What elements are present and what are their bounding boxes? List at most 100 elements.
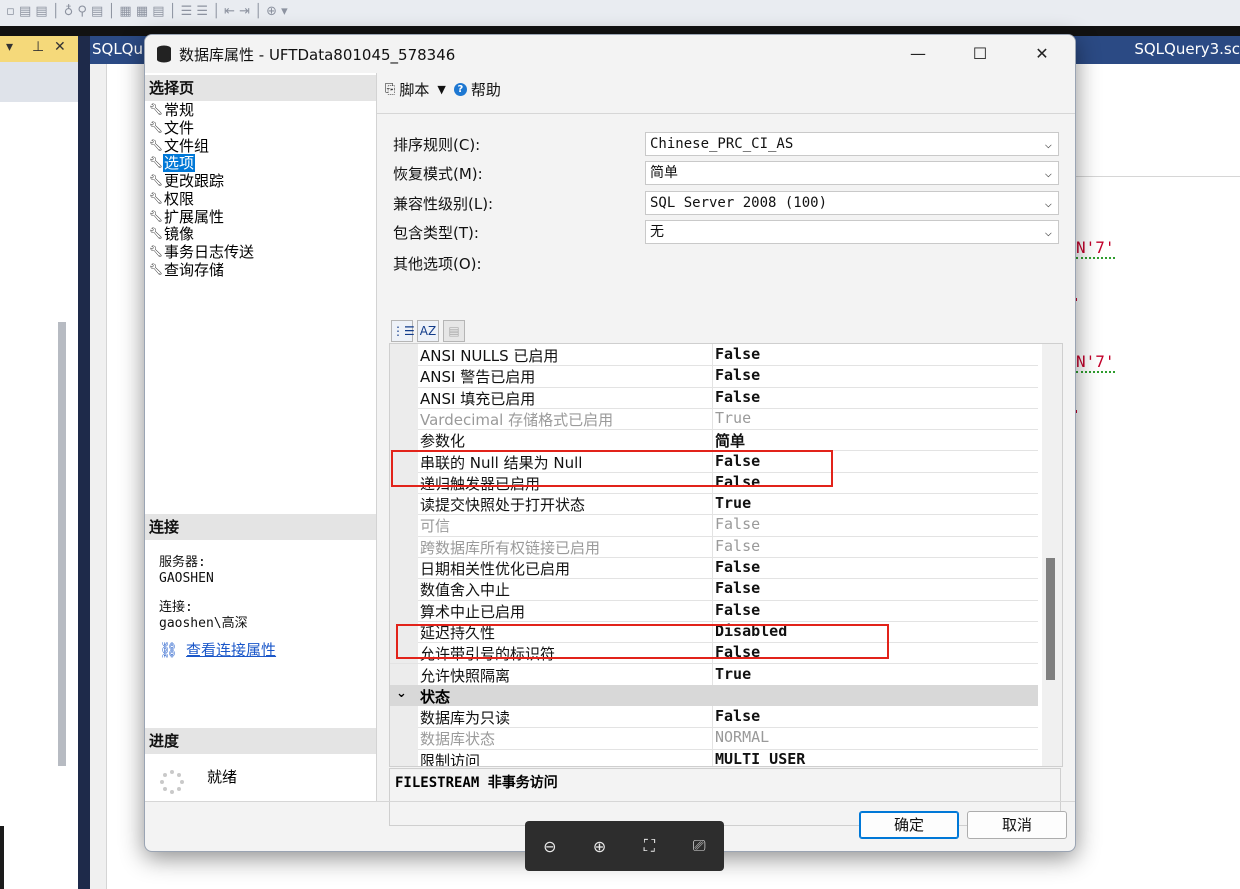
property-value[interactable]: False	[715, 707, 760, 725]
property-value[interactable]: False	[715, 366, 760, 384]
property-name: 跨数据库所有权链接已启用	[420, 538, 601, 557]
present-icon[interactable]: ⎚	[687, 836, 711, 856]
property-row[interactable]: ANSI 警告已启用 False	[390, 365, 1038, 388]
property-value[interactable]: False	[715, 388, 760, 406]
row-gutter	[390, 365, 418, 387]
row-gutter	[390, 344, 418, 366]
property-row[interactable]: 参数化 简单	[390, 429, 1038, 452]
property-row[interactable]: 限制访问 MULTI_USER	[390, 748, 1038, 766]
toolbar-icons[interactable]: ▫ ▤ ▤ │ ♁ ⚲ ▤ │ ▦ ▦ ▤ │ ☰ ☰ │ ⇤ ⇥ │ ⊕ ▾	[6, 4, 288, 19]
fit-screen-icon[interactable]: ⛶	[637, 836, 661, 856]
zoom-in-icon[interactable]: ⊕	[588, 837, 612, 856]
row-gutter	[390, 493, 418, 515]
script-button[interactable]: 脚本	[399, 79, 429, 100]
property-row[interactable]: 允许快照隔离 True	[390, 663, 1038, 686]
containment-select[interactable]: 无 ⌵	[645, 220, 1059, 244]
sort-alpha-icon[interactable]: AZ	[417, 320, 439, 342]
column-divider	[712, 365, 713, 387]
row-gutter	[390, 727, 418, 749]
ok-button[interactable]: 确定	[859, 811, 959, 839]
property-value[interactable]: False	[715, 558, 760, 576]
editor-tab-left[interactable]: SQLQu	[92, 40, 143, 58]
grid-scrollbar[interactable]	[1042, 344, 1062, 766]
recovery-model-value: 简单	[650, 165, 678, 181]
property-name: 允许快照隔离	[420, 666, 511, 685]
property-row[interactable]: 数值舍入中止 False	[390, 578, 1038, 601]
page-item-general[interactable]: 🔧︎ 常规	[149, 101, 255, 119]
grid-scrollbar-thumb[interactable]	[1046, 558, 1055, 680]
property-value[interactable]: 简单	[715, 430, 745, 451]
editor-tab-right[interactable]: SQLQuery3.sc	[1134, 40, 1240, 58]
description-text: FILESTREAM 非事务访问	[395, 775, 558, 791]
page-item-extended-properties[interactable]: 🔧︎ 扩展属性	[149, 208, 255, 226]
collation-select[interactable]: Chinese_PRC_CI_AS ⌵	[645, 132, 1059, 156]
chevron-down-icon: ⌵	[1044, 137, 1052, 151]
dialog-titlebar[interactable]: 数据库属性 - UFTData801045_578346 — ☐ ✕	[145, 35, 1075, 73]
property-name: ANSI 填充已启用	[420, 389, 536, 408]
property-value[interactable]: True	[715, 409, 751, 427]
property-value[interactable]: False	[715, 601, 760, 619]
property-row[interactable]: Vardecimal 存储格式已启用 True	[390, 407, 1038, 431]
page-label: 镜像	[164, 225, 195, 244]
page-label: 更改跟踪	[164, 172, 225, 191]
maximize-button[interactable]: ☐	[951, 35, 1009, 73]
page-item-log-shipping[interactable]: 🔧︎ 事务日志传送	[149, 243, 255, 261]
property-value[interactable]: False	[715, 515, 760, 533]
minimize-button[interactable]: —	[889, 35, 947, 73]
column-divider	[712, 429, 713, 451]
close-button[interactable]: ✕	[1013, 35, 1071, 73]
property-pages-icon[interactable]: ▤	[443, 320, 465, 342]
page-item-query-store[interactable]: 🔧︎ 查询存储	[149, 261, 255, 279]
property-row[interactable]: 日期相关性优化已启用 False	[390, 557, 1038, 580]
property-row[interactable]: 读提交快照处于打开状态 True	[390, 493, 1038, 516]
chevron-down-icon: ⌵	[1044, 196, 1052, 210]
database-properties-dialog: 数据库属性 - UFTData801045_578346 — ☐ ✕ 选择页 🔧…	[144, 34, 1076, 852]
zoom-out-icon[interactable]: ⊖	[538, 837, 562, 856]
page-item-filegroups[interactable]: 🔧︎ 文件组	[149, 137, 255, 155]
grid-toolbar: ⋮☰ AZ ▤	[391, 320, 465, 342]
panel-edge	[0, 826, 4, 889]
ide-divider	[78, 36, 90, 889]
categorized-icon[interactable]: ⋮☰	[391, 320, 415, 342]
property-value[interactable]: NORMAL	[715, 728, 769, 746]
property-row[interactable]: ANSI NULLS 已启用 False	[390, 344, 1038, 367]
property-row[interactable]: 算术中止已启用 False	[390, 599, 1038, 622]
property-value[interactable]: False	[715, 579, 760, 597]
property-row[interactable]: 可信 False	[390, 514, 1038, 537]
property-value[interactable]: MULTI_USER	[715, 750, 805, 766]
page-item-mirroring[interactable]: 🔧︎ 镜像	[149, 225, 255, 244]
property-row[interactable]: ANSI 填充已启用 False	[390, 386, 1038, 409]
cancel-button[interactable]: 取消	[967, 811, 1067, 839]
row-gutter	[390, 599, 418, 621]
property-row[interactable]: 跨数据库所有权链接已启用 False	[390, 535, 1038, 558]
page-item-permissions[interactable]: 🔧︎ 权限	[149, 190, 255, 208]
page-item-change-tracking[interactable]: 🔧︎ 更改跟踪	[149, 172, 255, 190]
recovery-model-select[interactable]: 简单 ⌵	[645, 161, 1059, 185]
chevron-down-icon[interactable]: ⌄	[396, 686, 407, 701]
property-value[interactable]: False	[715, 345, 760, 363]
help-icon: ?	[453, 83, 467, 96]
select-page-header: 选择页	[145, 75, 376, 101]
property-grid[interactable]: ANSI NULLS 已启用 False ANSI 警告已启用 False ANSI 填…	[389, 343, 1063, 767]
pin-icon[interactable]: ⊥	[32, 39, 44, 55]
page-item-options[interactable]: 🔧︎ 选项	[149, 154, 255, 173]
property-value[interactable]: True	[715, 494, 751, 512]
panel-dropdown-icon[interactable]: ▾	[6, 39, 13, 55]
property-row[interactable]: 数据库为只读 False	[390, 706, 1038, 729]
panel-scrollbar[interactable]	[58, 322, 66, 766]
view-connection-properties-link[interactable]: ⛓︎ 查看连接属性	[159, 639, 276, 660]
link-label: 查看连接属性	[186, 641, 277, 659]
compat-level-value: SQL Server 2008 (100)	[650, 195, 828, 211]
compat-level-select[interactable]: SQL Server 2008 (100) ⌵	[645, 191, 1059, 215]
wrench-icon: 🔧︎	[149, 138, 163, 152]
panel-close-icon[interactable]: ✕	[54, 39, 66, 55]
script-dropdown-icon[interactable]: ▼	[437, 83, 445, 96]
property-value[interactable]: True	[715, 665, 751, 683]
page-item-files[interactable]: 🔧︎ 文件	[149, 119, 255, 137]
help-button[interactable]: 帮助	[471, 79, 501, 100]
recovery-model-label: 恢复模式(M):	[393, 165, 483, 183]
category-state[interactable]: ⌄ 状态	[390, 684, 1038, 707]
property-value[interactable]: False	[715, 537, 760, 555]
property-row[interactable]: 数据库状态 NORMAL	[390, 727, 1038, 750]
column-divider	[712, 514, 713, 536]
